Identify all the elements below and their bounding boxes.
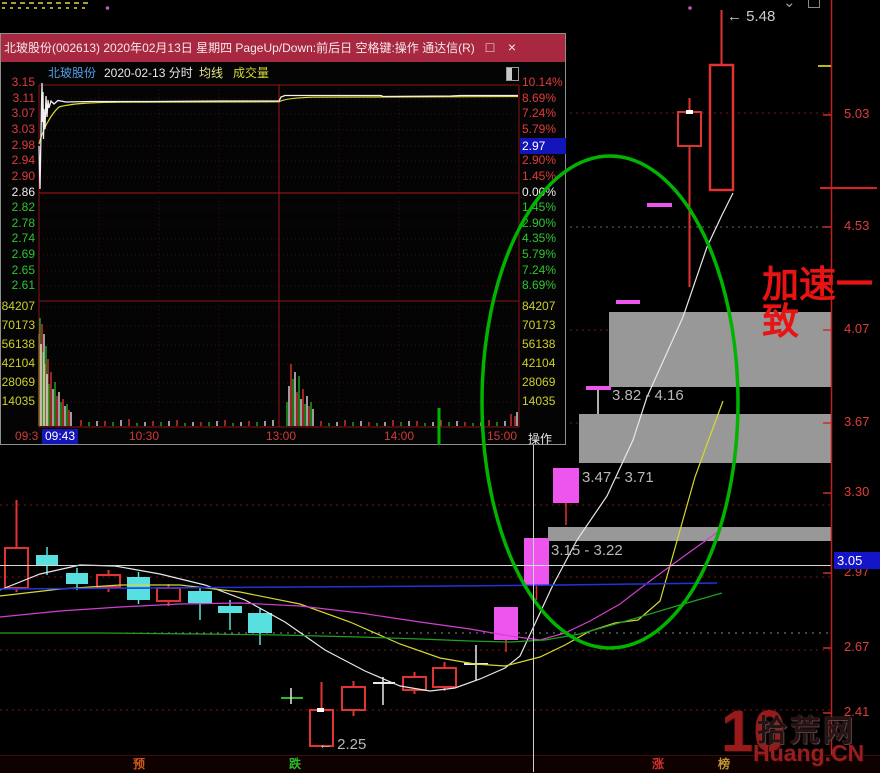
time-tick: 09:3 [15,430,38,443]
volume-tick: 28069 [1,376,35,389]
intraday-price-tag: 2.97 [520,138,566,154]
volume-tick: 56138 [1,338,35,351]
price-tick: 2.94 [1,154,35,167]
action-button[interactable]: 操作 [528,430,552,447]
chevron-down-icon[interactable]: ⌄ [783,0,796,11]
volume-tick: 42104 [522,357,555,370]
zone-label-1: 3.82 - 4.16 [612,387,684,404]
price-tick: 2.86 [1,186,35,199]
low-price-annotation: ← 2.25 [318,736,366,753]
date-mode-label: 2020-02-13 分时 [104,62,193,84]
intraday-chart-canvas[interactable] [1,34,567,446]
purple-dot [688,6,692,10]
price-tick: 3.11 [1,92,35,105]
layout-icon[interactable] [506,67,519,81]
price-tick: 2.82 [1,201,35,214]
price-tick: 2.61 [1,279,35,292]
price-tick: 3.07 [1,107,35,120]
window-icon[interactable] [808,0,820,8]
time-tick: 15:00 [487,430,517,443]
volume-tick: 70173 [1,319,35,332]
minimize-button[interactable]: □ [481,34,499,62]
volume-tick: 42104 [1,357,35,370]
open-marker-dot [686,110,693,114]
acceleration-note: 加速一致 [762,266,880,340]
volume-legend: 成交量 [233,62,269,84]
percent-tick: 7.24% [522,264,556,277]
purple-dot [106,6,110,10]
low-marker-dot [317,708,324,712]
percent-tick: 1.45% [522,201,556,214]
volume-tick: 84207 [522,300,555,313]
status-bar-item[interactable]: 预 [133,758,145,771]
zone-label-2: 3.47 - 3.71 [582,469,654,486]
volume-tick: 14035 [522,395,555,408]
status-bar-item[interactable]: 跌 [289,758,301,771]
high-price-annotation: ← 5.48 [727,8,775,25]
intraday-popup-window[interactable]: 北玻股份(002613) 2020年02月13日 星期四 PageUp/Down… [0,33,566,445]
percent-tick: 8.69% [522,279,556,292]
crosshair-price-tag: 3.05 [834,552,880,569]
price-tick: 3.03 [1,123,35,136]
ma-legend: 均线 [199,62,223,84]
volume-tick: 56138 [522,338,555,351]
volume-tick: 14035 [1,395,35,408]
volume-tick: 28069 [522,376,555,389]
watermark-domain: Huang.CN [753,740,864,767]
stock-name: 北玻股份 [48,62,96,84]
price-tick: 2.65 [1,264,35,277]
zone-label-3: 3.15 - 3.22 [551,542,623,559]
price-tick: 2.74 [1,232,35,245]
popup-titlebar[interactable]: 北玻股份(002613) 2020年02月13日 星期四 PageUp/Down… [1,34,565,62]
watermark: 10 拾荒网 Huang.CN [695,698,880,773]
time-tick: 13:00 [266,430,296,443]
percent-tick: 5.79% [522,123,556,136]
intraday-time-tag: 09:43 [42,429,78,444]
time-tick: 10:30 [129,430,159,443]
volume-bars [39,318,517,426]
price-tick: 2.78 [1,217,35,230]
close-icon[interactable]: × [503,34,521,62]
price-tick: 2.69 [1,248,35,261]
price-tick: 2.90 [1,170,35,183]
volume-tick: 70173 [522,319,555,332]
percent-tick: 2.90% [522,154,556,167]
percent-tick: 0.00% [522,186,556,199]
percent-tick: 1.45% [522,170,556,183]
percent-tick: 10.14% [522,76,563,89]
popup-title: 北玻股份(002613) 2020年02月13日 星期四 PageUp/Down… [4,34,482,62]
price-tick: 3.15 [1,76,35,89]
popup-info-line: 北玻股份 2020-02-13 分时 均线 成交量 [1,62,565,84]
volume-tick: 84207 [1,300,35,313]
price-tick: 2.98 [1,139,35,152]
percent-tick: 2.90% [522,217,556,230]
percent-tick: 7.24% [522,107,556,120]
percent-tick: 5.79% [522,248,556,261]
percent-tick: 4.35% [522,232,556,245]
percent-tick: 8.69% [522,92,556,105]
tdx-screen: 5.034.534.073.673.302.972.672.41 3.05 ← … [0,0,880,773]
status-bar-item[interactable]: 涨 [652,758,664,771]
time-tick: 14:00 [384,430,414,443]
